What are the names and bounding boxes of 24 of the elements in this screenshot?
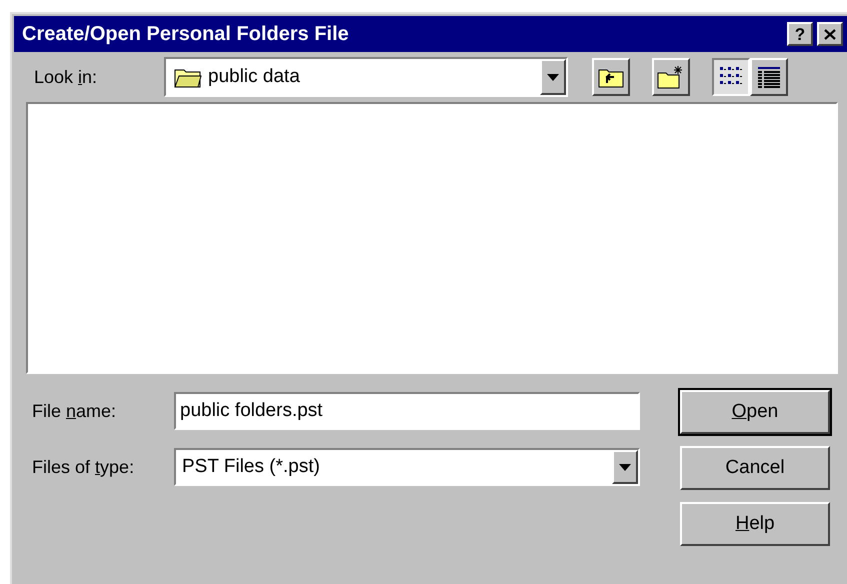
file-type-label: Files of type: xyxy=(32,456,136,479)
file-type-value: PST Files (*.pst) xyxy=(181,454,321,479)
look-in-value: public data xyxy=(208,64,301,89)
toolbar-button[interactable] xyxy=(592,58,630,96)
look-in-label: Look in: xyxy=(34,66,98,88)
caret-icon xyxy=(619,464,631,470)
dialog-button[interactable]: Help xyxy=(680,502,830,546)
dropdown-button[interactable] xyxy=(612,450,638,484)
close-button[interactable] xyxy=(817,22,843,46)
new-folder-icon xyxy=(657,65,685,89)
file-type-combo[interactable]: PST Files (*.pst) xyxy=(174,448,640,486)
file-name-label: File name: xyxy=(32,400,118,422)
look-in-combo[interactable]: public data xyxy=(164,57,568,97)
view-button[interactable] xyxy=(712,58,750,96)
close-icon xyxy=(824,28,836,40)
details-view-icon xyxy=(757,66,781,88)
dialog-button[interactable]: Open xyxy=(680,390,830,434)
dialog-button[interactable]: Cancel xyxy=(680,446,830,490)
dropdown-button[interactable] xyxy=(540,59,566,95)
toolbar-button[interactable] xyxy=(652,58,690,96)
caret-icon xyxy=(547,74,559,80)
help-button[interactable]: ? xyxy=(787,22,813,46)
window-title: Create/Open Personal Folders File xyxy=(22,22,349,47)
file-name-field[interactable]: public folders.pst xyxy=(174,392,640,430)
